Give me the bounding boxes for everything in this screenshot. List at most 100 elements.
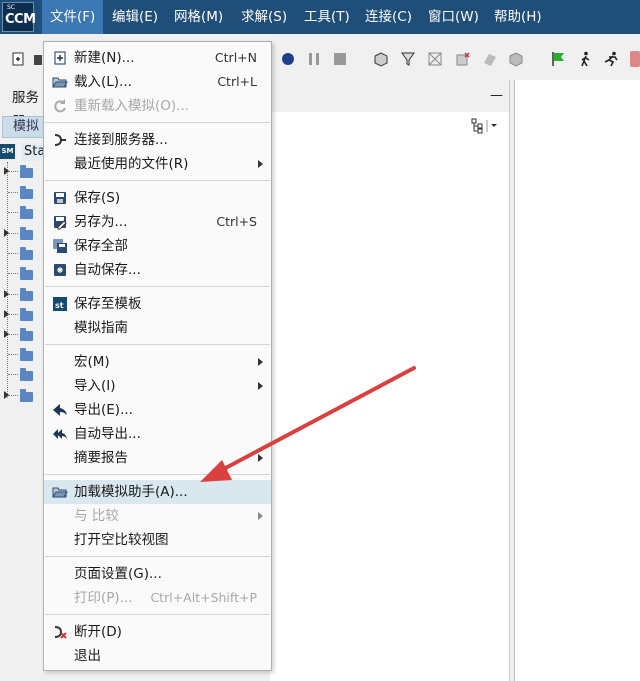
menu-item-label: 保存至模板 (74, 296, 142, 312)
tree-branch (8, 212, 18, 214)
folder-icon[interactable] (20, 206, 33, 219)
menu-item-label: 与 比较 (74, 508, 119, 524)
menu-item-save-all[interactable]: 保存全部 (44, 234, 271, 258)
surface-icon[interactable] (482, 51, 498, 67)
menu-item-label: 保存(S) (74, 190, 121, 206)
menu-item-shortcut: Ctrl+S (216, 214, 257, 229)
menu-connect[interactable]: 连接(C) (357, 0, 420, 34)
menu-item-load-simulation-assistant[interactable]: 加载模拟助手(A)... (44, 480, 271, 504)
menu-mesh[interactable]: 网格(M) (166, 0, 231, 34)
menu-bar: SC CCM 文件(F) 编辑(E) 网格(M) 求解(S) 工具(T) 连接(… (0, 0, 640, 34)
menu-window[interactable]: 窗口(W) (420, 0, 487, 34)
minimize-icon[interactable]: — (490, 88, 503, 103)
new-icon[interactable] (10, 51, 26, 67)
menu-edit[interactable]: 编辑(E) (104, 0, 166, 34)
volume-icon[interactable] (508, 51, 524, 67)
menu-file[interactable]: 文件(F) (42, 0, 104, 34)
menu-separator (45, 122, 270, 123)
menu-item-macro[interactable]: 宏(M) (44, 350, 271, 374)
tree-connector (7, 162, 9, 398)
run-icon[interactable] (280, 51, 296, 67)
menu-item-label: 自动保存... (74, 262, 141, 278)
menu-solve[interactable]: 求解(S) (233, 0, 295, 34)
menu-item-label: 摘要报告 (74, 450, 128, 466)
template-icon: st (53, 297, 67, 311)
menu-item-recent-files[interactable]: 最近使用的文件(R) (44, 152, 271, 176)
menu-item-label: 加载模拟助手(A)... (74, 484, 188, 500)
folder-icon[interactable] (20, 328, 33, 341)
menu-item-page-setup[interactable]: 页面设置(G)... (44, 562, 271, 586)
menu-item-new[interactable]: 新建(N)... Ctrl+N (44, 46, 271, 70)
open-icon[interactable] (34, 51, 42, 67)
folder-icon[interactable] (20, 165, 33, 178)
menu-item-print[interactable]: 打印(P)... Ctrl+Alt+Shift+P (44, 586, 271, 610)
flag-icon[interactable] (550, 51, 566, 67)
tree-branch (8, 354, 18, 356)
folder-icon[interactable] (20, 308, 33, 321)
menu-item-label: 另存为... (74, 214, 128, 230)
tree-branch (8, 273, 18, 275)
menu-item-compare-with[interactable]: 与 比较 (44, 504, 271, 528)
menu-item-shortcut: Ctrl+Alt+Shift+P (150, 590, 257, 605)
tree-branch (8, 314, 18, 316)
menu-help[interactable]: 帮助(H) (486, 0, 550, 34)
folder-icon[interactable] (20, 348, 33, 361)
menu-item-reload[interactable]: 重新载入模拟(O)... (44, 94, 271, 118)
folder-icon[interactable] (20, 267, 33, 280)
menu-item-import[interactable]: 导入(I) (44, 374, 271, 398)
pause-icon[interactable] (306, 51, 322, 67)
menu-item-exit[interactable]: 退出 (44, 644, 271, 668)
mesh-grid-icon[interactable] (427, 51, 443, 67)
menu-item-label: 退出 (74, 648, 101, 664)
folder-icon[interactable] (20, 247, 33, 260)
menu-item-save-as[interactable]: 另存为... Ctrl+S (44, 210, 271, 234)
stop-icon[interactable] (332, 51, 348, 67)
simulation-tab[interactable]: 模拟 (2, 116, 46, 138)
stop-sim-icon[interactable] (630, 51, 640, 67)
menu-separator (45, 556, 270, 557)
pane-divider[interactable] (509, 80, 510, 681)
tree-branch (8, 334, 18, 336)
mesh-delete-icon[interactable] (455, 51, 471, 67)
menu-item-export[interactable]: 导出(E)... (44, 398, 271, 422)
submenu-arrow-icon (258, 160, 263, 168)
open-folder-icon (52, 77, 68, 88)
menu-item-shortcut: Ctrl+N (214, 50, 257, 65)
menu-tools[interactable]: 工具(T) (296, 0, 358, 34)
tree-options-icon[interactable] (470, 118, 500, 134)
menu-separator (45, 180, 270, 181)
menu-item-label: 打印(P)... (74, 590, 133, 606)
mesh-filter-icon[interactable] (400, 51, 416, 67)
logo-sc-text: SC (7, 4, 15, 11)
folder-icon[interactable] (20, 227, 33, 240)
tree-branch (8, 192, 18, 194)
menu-item-label: 新建(N)... (74, 50, 135, 66)
app-logo: SC CCM (2, 2, 36, 32)
menu-separator (45, 286, 270, 287)
menu-item-save[interactable]: 保存(S) (44, 186, 271, 210)
menu-item-auto-save[interactable]: 自动保存... (44, 258, 271, 282)
menu-item-load[interactable]: 载入(L)... Ctrl+L (44, 70, 271, 94)
menu-item-label: 保存全部 (74, 238, 128, 254)
folder-icon[interactable] (20, 186, 33, 199)
menu-item-open-empty-compare[interactable]: 打开空比较视图 (44, 528, 271, 552)
submenu-arrow-icon (258, 382, 263, 390)
menu-item-save-to-template[interactable]: st 保存至模板 (44, 292, 271, 316)
folder-icon[interactable] (20, 389, 33, 402)
disconnect-icon (54, 626, 67, 639)
menu-item-connect-server[interactable]: 连接到服务器... (44, 128, 271, 152)
menu-item-label: 宏(M) (74, 354, 110, 370)
save-as-icon (54, 216, 67, 230)
save-all-icon (53, 239, 67, 253)
folder-icon[interactable] (20, 288, 33, 301)
run-step-icon[interactable] (603, 51, 619, 67)
menu-item-simulation-guide[interactable]: 模拟指南 (44, 316, 271, 340)
walk-icon[interactable] (577, 51, 593, 67)
graphics-pane[interactable] (514, 80, 640, 681)
folder-icon[interactable] (20, 368, 33, 381)
mesh-cube-icon[interactable] (373, 51, 389, 67)
menu-item-summary-report[interactable]: 摘要报告 (44, 446, 271, 470)
menu-item-disconnect[interactable]: 断开(D) (44, 620, 271, 644)
menu-item-auto-export[interactable]: 自动导出... (44, 422, 271, 446)
file-menu-dropdown: 新建(N)... Ctrl+N 载入(L)... Ctrl+L 重新载入模拟(O… (43, 41, 272, 671)
